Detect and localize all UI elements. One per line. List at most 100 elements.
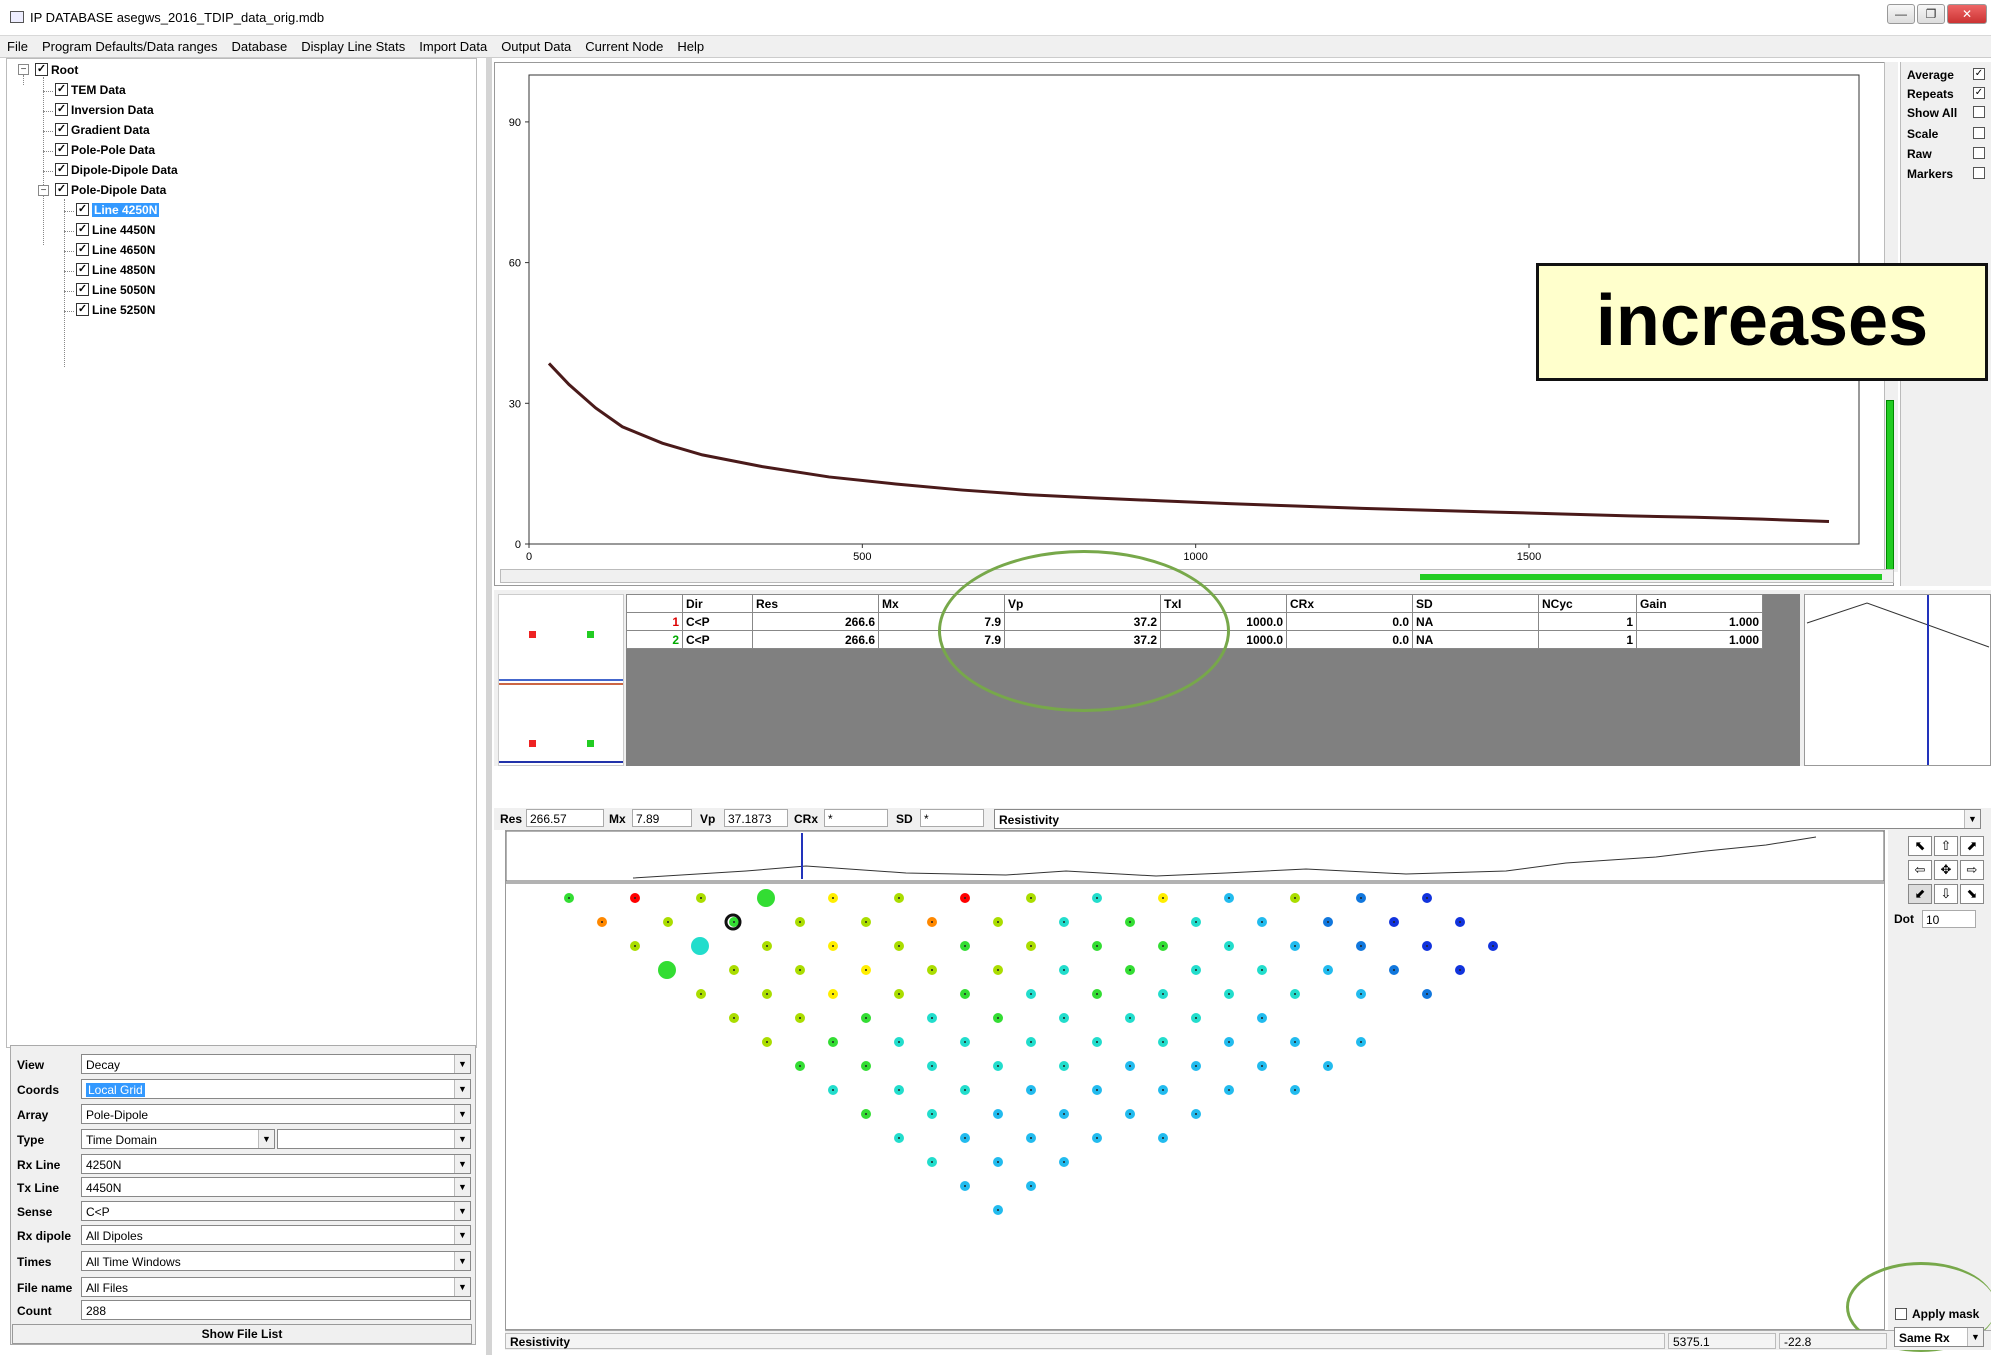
pan-upleft-icon[interactable]: ⬉ (1908, 836, 1932, 856)
pan-downright-icon[interactable]: ⬊ (1960, 884, 1984, 904)
dot-size-field[interactable]: 10 (1922, 910, 1976, 928)
view-select[interactable]: Decay ▼ (81, 1054, 471, 1074)
checkbox-icon[interactable]: ✓ (76, 303, 89, 317)
data-point-center (865, 969, 867, 971)
tree-item-line-4450n[interactable]: ✓ Line 4450N (76, 222, 155, 240)
cell-gain[interactable]: 1.000 (1636, 612, 1763, 631)
option-markers-checkbox[interactable] (1973, 167, 1985, 179)
checkbox-icon[interactable]: ✓ (55, 143, 68, 157)
cell-sd[interactable]: NA (1412, 630, 1539, 649)
option-raw-checkbox[interactable] (1973, 147, 1985, 159)
type-secondary-select[interactable]: ▼ (277, 1129, 471, 1149)
count-field[interactable]: 288 (81, 1300, 471, 1320)
cell-gain[interactable]: 1.000 (1636, 630, 1763, 649)
option-scale-checkbox[interactable] (1973, 127, 1985, 139)
tree-item-line-4650n[interactable]: ✓ Line 4650N (76, 242, 155, 260)
menu-help[interactable]: Help (670, 36, 711, 54)
vertical-splitter[interactable] (486, 58, 492, 1355)
data-point-large[interactable] (658, 961, 676, 979)
data-point-center (1063, 1017, 1065, 1019)
checkbox-icon[interactable]: ✓ (55, 83, 68, 97)
checkbox-icon[interactable]: ✓ (55, 103, 68, 117)
type-select[interactable]: Time Domain ▼ (81, 1129, 275, 1149)
pan-center-icon[interactable]: ✥ (1934, 860, 1958, 880)
coords-select[interactable]: Local Grid ▼ (81, 1079, 471, 1099)
option-repeats-checkbox[interactable]: ✓ (1973, 87, 1985, 99)
status-parameter: Resistivity (505, 1333, 1665, 1349)
checkbox-icon[interactable]: ✓ (76, 263, 89, 277)
tree-item-tem-data[interactable]: ✓ TEM Data (55, 82, 126, 100)
array-select[interactable]: Pole-Dipole ▼ (81, 1104, 471, 1124)
menu-current-node[interactable]: Current Node (578, 36, 670, 54)
menu-database[interactable]: Database (225, 36, 295, 54)
tree-item-line-5250n[interactable]: ✓ Line 5250N (76, 302, 155, 320)
pan-downleft-icon[interactable]: ⬋ (1908, 884, 1932, 904)
checkbox-icon[interactable]: ✓ (76, 243, 89, 257)
option-average-checkbox[interactable]: ✓ (1973, 68, 1985, 80)
tree-item-gradient-data[interactable]: ✓ Gradient Data (55, 122, 150, 140)
menu-output-data[interactable]: Output Data (494, 36, 578, 54)
menu-display-line-stats[interactable]: Display Line Stats (294, 36, 412, 54)
mx-field[interactable]: 7.89 (632, 809, 692, 827)
tree-item-pole-dipole-data[interactable]: ✓ Pole-Dipole Data (55, 182, 166, 200)
pan-right-icon[interactable]: ⇨ (1960, 860, 1984, 880)
tree-item-pole-pole-data[interactable]: ✓ Pole-Pole Data (55, 142, 155, 160)
collapse-root-toggle[interactable]: − (18, 64, 29, 75)
cell-ncyc[interactable]: 1 (1538, 612, 1637, 631)
option-show-all-checkbox[interactable] (1973, 106, 1985, 118)
res-field[interactable]: 266.57 (526, 809, 604, 827)
data-point-center (1393, 969, 1395, 971)
pan-up-icon[interactable]: ⇧ (1934, 836, 1958, 856)
data-point-center (964, 1185, 966, 1187)
pan-left-icon[interactable]: ⇦ (1908, 860, 1932, 880)
rx-dipole-select[interactable]: All Dipoles ▼ (81, 1225, 471, 1245)
checkbox-icon[interactable]: ✓ (35, 63, 48, 77)
menu-program-defaults[interactable]: Program Defaults/Data ranges (35, 36, 225, 54)
checkbox-icon[interactable]: ✓ (76, 203, 89, 217)
tree-item-inversion-data[interactable]: ✓ Inversion Data (55, 102, 154, 120)
cell-sd[interactable]: NA (1412, 612, 1539, 631)
pan-down-icon[interactable]: ⇩ (1934, 884, 1958, 904)
pan-upright-icon[interactable]: ⬈ (1960, 836, 1984, 856)
collapse-pole-dipole-toggle[interactable]: − (38, 185, 49, 196)
sense-select[interactable]: C<P ▼ (81, 1201, 471, 1221)
maximize-button[interactable]: ❐ (1917, 4, 1945, 24)
status-y-coordinate: -22.8 (1779, 1333, 1887, 1349)
checkbox-icon[interactable]: ✓ (55, 123, 68, 137)
cell-res[interactable]: 266.6 (752, 612, 879, 631)
vp-field[interactable]: 37.1873 (724, 809, 788, 827)
data-point-large[interactable] (757, 889, 775, 907)
tree-item-dipole-dipole-data[interactable]: ✓ Dipole-Dipole Data (55, 162, 178, 180)
data-point-large[interactable] (691, 937, 709, 955)
cell-res[interactable]: 266.6 (752, 630, 879, 649)
times-select[interactable]: All Time Windows ▼ (81, 1251, 471, 1271)
close-button[interactable]: ✕ (1947, 4, 1987, 24)
minimize-button[interactable]: — (1887, 4, 1915, 24)
cell-dir[interactable]: C<P (682, 612, 753, 631)
times-label: Times (17, 1255, 52, 1269)
cell-dir[interactable]: C<P (682, 630, 753, 649)
y-tick-label: 90 (509, 117, 521, 129)
green-scroll-thumb[interactable] (1420, 574, 1882, 580)
file-name-select[interactable]: All Files ▼ (81, 1277, 471, 1297)
checkbox-icon[interactable]: ✓ (76, 283, 89, 297)
menu-import-data[interactable]: Import Data (412, 36, 494, 54)
checkbox-icon[interactable]: ✓ (76, 223, 89, 237)
tree-root[interactable]: ✓ Root (35, 62, 78, 80)
same-rx-select[interactable]: Same Rx ▼ (1894, 1327, 1984, 1347)
tx-line-select[interactable]: 4450N ▼ (81, 1177, 471, 1197)
tree-item-line-4250n[interactable]: ✓ Line 4250N (76, 202, 160, 220)
crx-field[interactable]: * (824, 809, 888, 827)
sd-field[interactable]: * (920, 809, 984, 827)
menu-file[interactable]: File (0, 36, 35, 54)
cell-crx[interactable]: 0.0 (1286, 612, 1413, 631)
cell-ncyc[interactable]: 1 (1538, 630, 1637, 649)
tree-item-line-4850n[interactable]: ✓ Line 4850N (76, 262, 155, 280)
checkbox-icon[interactable]: ✓ (55, 163, 68, 177)
show-file-list-button[interactable]: Show File List (12, 1324, 472, 1344)
parameter-select[interactable]: Resistivity ▼ (994, 809, 1981, 829)
checkbox-icon[interactable]: ✓ (55, 183, 68, 197)
rx-line-select[interactable]: 4250N ▼ (81, 1154, 471, 1174)
tree-item-line-5050n[interactable]: ✓ Line 5050N (76, 282, 155, 300)
cell-crx[interactable]: 0.0 (1286, 630, 1413, 649)
